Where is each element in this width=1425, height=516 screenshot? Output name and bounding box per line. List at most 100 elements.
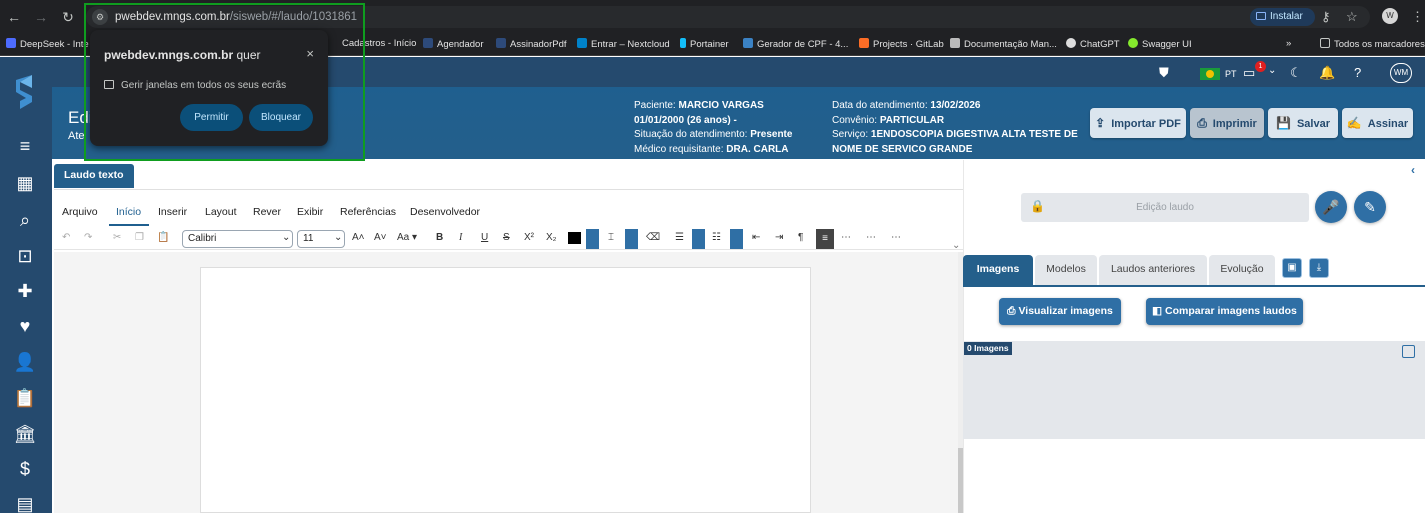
subscript-icon[interactable]: X₂ [546, 232, 557, 243]
menu-inserir[interactable]: Inserir [158, 206, 187, 218]
forward-icon[interactable]: → [33, 9, 49, 25]
url-text[interactable]: pwebdev.mngs.com.br/sisweb/#/laudo/10318… [115, 11, 357, 23]
chrome-menu-icon[interactable]: ⋮ [1411, 9, 1424, 25]
user-lock-icon[interactable]: 👤 [13, 352, 37, 374]
help-icon[interactable]: ? [1354, 65, 1361, 80]
bullet-list-dropdown[interactable] [692, 229, 705, 249]
bookmark-star-icon[interactable]: ☆ [1346, 9, 1358, 25]
allow-button[interactable]: Permitir [180, 104, 243, 131]
numbered-list-icon[interactable]: ☷ [712, 232, 721, 243]
tab-modelos[interactable]: Modelos [1035, 255, 1097, 285]
chevron-down-icon[interactable]: ⌄ [1268, 65, 1276, 76]
paste-icon[interactable]: 📋 [157, 232, 169, 243]
document-page[interactable] [200, 267, 811, 513]
font-color-swatch[interactable] [568, 232, 581, 244]
menu-exibir[interactable]: Exibir [297, 206, 323, 218]
decrease-indent-icon[interactable]: ⇤ [752, 232, 760, 243]
import-pdf-button[interactable]: ⇪ Importar PDF [1090, 108, 1186, 138]
calendar-icon[interactable]: ▦ [13, 173, 37, 195]
bookmark-nextcloud[interactable]: Entrar – Nextcloud [577, 38, 670, 50]
numbered-list-dropdown[interactable] [730, 229, 743, 249]
heartbeat-icon[interactable]: ♥ [13, 316, 37, 338]
pilcrow-icon[interactable]: ¶ [798, 232, 803, 243]
more-icon[interactable]: ⋯ [841, 232, 851, 243]
menu-icon[interactable]: ≡ [13, 136, 37, 158]
grow-font-icon[interactable]: A˄ [352, 232, 365, 243]
bookmark-gerador-cpf[interactable]: Gerador de CPF - 4... [743, 38, 848, 50]
highlight-icon[interactable]: ⌶ [608, 232, 614, 243]
clear-format-icon[interactable]: ⌫ [646, 232, 660, 243]
microphone-button[interactable]: 🎤 [1315, 191, 1347, 223]
bookmark-assinador[interactable]: AssinadorPdf [496, 38, 567, 50]
tab-evolucao[interactable]: Evolução [1209, 255, 1275, 285]
bookmark-deepseek[interactable]: DeepSeek - Inte [6, 38, 89, 50]
more-icon[interactable]: ⋯ [866, 232, 876, 243]
menu-referencias[interactable]: Referências [340, 206, 396, 218]
chat-notification-icon[interactable]: ▭ [1243, 65, 1255, 81]
sign-button[interactable]: ✍ Assinar [1342, 108, 1413, 138]
bullet-list-icon[interactable]: ☰ [675, 232, 684, 243]
edit-laudo-field[interactable]: Edição laudo [1021, 193, 1309, 222]
clipboard-icon[interactable]: 📋 [13, 388, 37, 410]
back-icon[interactable]: ← [6, 9, 22, 25]
shrink-font-icon[interactable]: A˅ [374, 232, 387, 243]
menu-layout[interactable]: Layout [205, 206, 237, 218]
italic-icon[interactable]: I [459, 232, 462, 243]
highlight-dropdown[interactable] [625, 229, 638, 249]
superscript-icon[interactable]: X² [524, 232, 534, 243]
block-button[interactable]: Bloquear [249, 104, 313, 131]
font-color-dropdown[interactable] [586, 229, 599, 249]
bookmark-chatgpt[interactable]: ChatGPT [1066, 38, 1120, 50]
align-left-icon[interactable]: ≡ [816, 229, 834, 249]
view-images-button[interactable]: ⎙ Visualizar imagens [999, 298, 1121, 325]
bookmark-portainer[interactable]: Portainer [680, 38, 729, 50]
bank-icon[interactable]: 🏛 [13, 424, 37, 446]
edit-button[interactable]: ✎ [1354, 191, 1386, 223]
tab-imagens[interactable]: Imagens [963, 255, 1033, 285]
strikethrough-icon[interactable]: S [503, 232, 510, 243]
cut-icon[interactable]: ✂ [113, 232, 121, 243]
copy-icon[interactable]: ❐ [135, 232, 144, 243]
save-button[interactable]: 💾 Salvar [1268, 108, 1338, 138]
bookmark-swagger[interactable]: Swagger UI [1128, 38, 1192, 50]
change-case-icon[interactable]: Aa ▾ [397, 232, 417, 243]
menu-rever[interactable]: Rever [253, 206, 281, 218]
image-icon[interactable]: ▣ [1282, 258, 1302, 278]
moon-icon[interactable]: ☾ [1290, 65, 1302, 81]
bookmark-cadastros[interactable]: Cadastros - Início [342, 38, 416, 49]
language-label[interactable]: PT [1225, 69, 1237, 79]
bookmark-docs[interactable]: Documentação Man... [950, 38, 1057, 50]
menu-arquivo[interactable]: Arquivo [62, 206, 98, 218]
chevron-left-icon[interactable]: ‹ [1411, 163, 1415, 177]
password-key-icon[interactable]: ⚷ [1321, 9, 1331, 25]
menu-desenvolvedor[interactable]: Desenvolvedor [410, 206, 480, 218]
bold-icon[interactable]: B [436, 232, 443, 243]
increase-indent-icon[interactable]: ⇥ [775, 232, 783, 243]
collapse-ribbon-icon[interactable]: ⌄ [952, 240, 960, 251]
profile-avatar[interactable]: W [1382, 8, 1398, 24]
dollar-icon[interactable]: $ [13, 459, 37, 481]
shield-icon[interactable]: ⛊ [1159, 65, 1169, 81]
bookmark-gitlab[interactable]: Projects · GitLab [859, 38, 944, 50]
brazil-flag-icon[interactable] [1200, 68, 1220, 80]
compare-images-button[interactable]: ◧ Comparar imagens laudos [1146, 298, 1303, 325]
menu-inicio[interactable]: Início [116, 206, 141, 218]
bell-icon[interactable]: 🔔 [1319, 65, 1335, 81]
close-icon[interactable]: × [306, 46, 314, 61]
redo-icon[interactable]: ↷ [84, 232, 92, 243]
more-icon[interactable]: ⋯ [891, 232, 901, 243]
user-avatar[interactable]: WM [1390, 63, 1412, 83]
download-icon[interactable]: ⤓ [1309, 258, 1329, 278]
install-button[interactable]: Instalar [1250, 8, 1315, 26]
undo-icon[interactable]: ↶ [62, 232, 70, 243]
tab-laudo-texto[interactable]: Laudo texto [54, 164, 134, 188]
calendar-search-icon[interactable]: ⌕ [13, 210, 37, 232]
search-box-icon[interactable]: ⊡ [13, 246, 37, 268]
tab-laudos-anteriores[interactable]: Laudos anteriores [1099, 255, 1207, 285]
bookmarks-overflow[interactable]: » [1286, 38, 1291, 49]
reload-icon[interactable]: ↻ [60, 9, 76, 26]
print-button[interactable]: ⎙ Imprimir [1190, 108, 1264, 138]
underline-icon[interactable]: U [481, 232, 488, 243]
font-select[interactable]: Calibri [182, 230, 293, 248]
bookmark-all[interactable]: Todos os marcadores [1320, 38, 1425, 50]
